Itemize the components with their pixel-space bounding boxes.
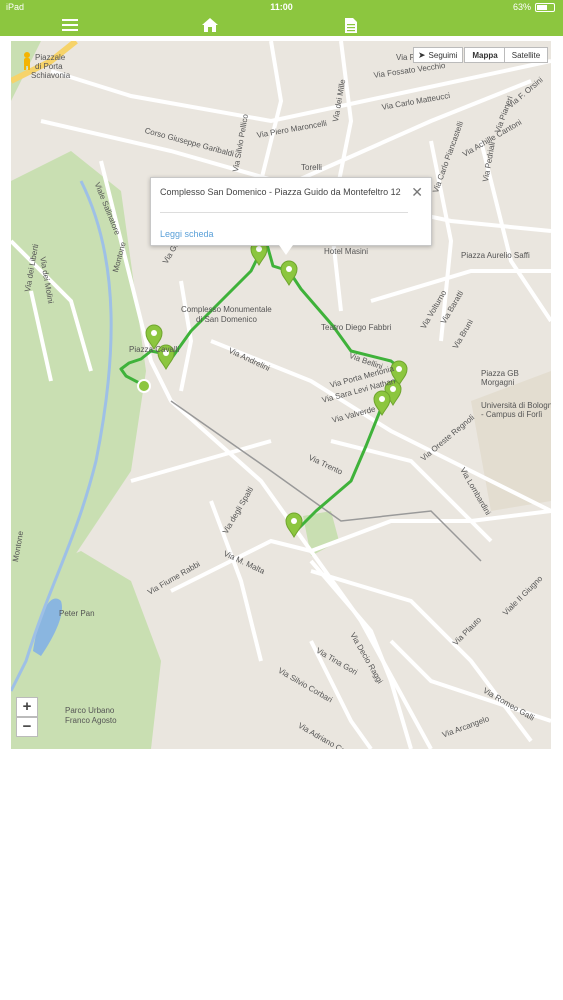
status-bar: iPad 11:00 63%: [0, 0, 563, 14]
status-time: 11:00: [270, 2, 293, 12]
map-label: Peter Pan: [59, 609, 95, 618]
map-label: Morgagni: [481, 378, 515, 387]
map-label: Franco Agosto: [65, 716, 117, 725]
map-label: Torelli: [301, 163, 322, 172]
follow-me-label: Seguimi: [428, 50, 458, 60]
map-label: Parco Urbano: [65, 706, 115, 715]
map-type-satellite-button[interactable]: Satellite: [504, 47, 548, 63]
map-label: Piazza GB: [481, 369, 519, 378]
map-label: Università di Bologna: [481, 401, 551, 410]
divider: [160, 212, 408, 213]
info-window-title: Complesso San Domenico - Piazza Guido da…: [160, 187, 401, 197]
map-label: Complesso Monumentale: [181, 305, 272, 314]
route-stop-marker-dot: [286, 266, 292, 272]
zoom-out-button[interactable]: −: [16, 717, 38, 737]
info-window-pointer: [279, 245, 293, 255]
route-stop-marker-dot: [256, 246, 262, 252]
map-type-satellite-label: Satellite: [511, 50, 541, 60]
street-view-pegman-icon[interactable]: [21, 51, 33, 71]
map-label: Piazza Cavalli: [129, 345, 180, 354]
menu-button[interactable]: [55, 14, 85, 36]
map-view[interactable]: Piazzale di Porta Schiavonia Via Paradis…: [11, 41, 551, 749]
document-button[interactable]: [336, 14, 366, 36]
map-type-map-label: Mappa: [472, 50, 498, 60]
battery-icon: [535, 2, 555, 12]
route-stop-marker-dot: [390, 386, 396, 392]
follow-me-button[interactable]: ➤ Seguimi: [413, 47, 463, 63]
map-label: di San Domenico: [196, 315, 257, 324]
nav-bar: [0, 14, 563, 36]
map-label: Piazza Aurelio Saffi: [461, 251, 530, 260]
map-label: di Porta: [35, 62, 63, 71]
map-label: Piazzale: [35, 53, 66, 62]
home-icon: [202, 18, 218, 32]
route-stop-marker-dot: [396, 366, 402, 372]
map-label: Teatro Diego Fabbri: [321, 323, 392, 332]
route-stop-marker-dot: [151, 330, 157, 336]
zoom-in-button[interactable]: +: [16, 697, 38, 717]
map-type-map-button[interactable]: Mappa: [464, 47, 506, 63]
hamburger-icon: [62, 19, 78, 31]
close-icon[interactable]: ✕: [411, 185, 423, 199]
location-arrow-icon: ➤: [418, 49, 426, 60]
current-location-dot: [137, 379, 151, 393]
route-stop-marker-dot: [379, 396, 385, 402]
info-window: Complesso San Domenico - Piazza Guido da…: [150, 177, 432, 255]
read-details-link[interactable]: Leggi scheda: [160, 229, 214, 239]
route-stop-marker-dot: [291, 518, 297, 524]
map-label: Schiavonia: [31, 71, 71, 80]
battery-percentage: 63%: [512, 2, 531, 12]
home-button[interactable]: [195, 14, 225, 36]
map-label: - Campus di Forlì: [481, 410, 543, 419]
document-icon: [345, 17, 357, 33]
battery-fill: [537, 4, 548, 10]
battery-indicator: 63%: [513, 0, 555, 14]
map-label: Hotel Masini: [324, 247, 369, 256]
